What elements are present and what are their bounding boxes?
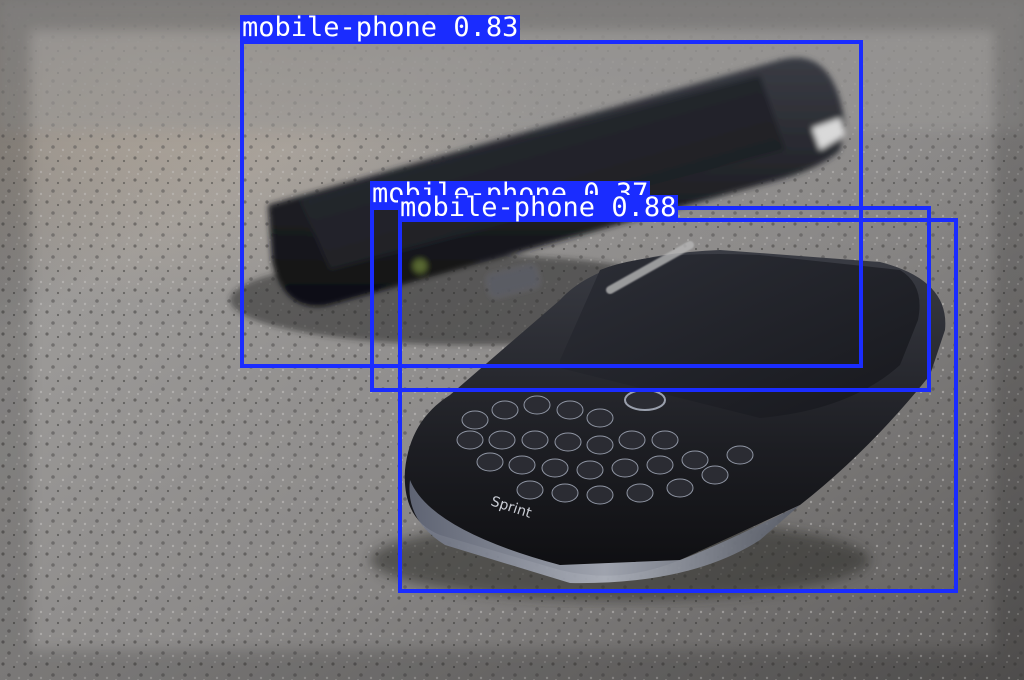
photo-scene: Sprint: [0, 0, 1024, 680]
detection-image: Sprint mobile-phone 0.83 mobile-phone 0.…: [0, 0, 1024, 680]
